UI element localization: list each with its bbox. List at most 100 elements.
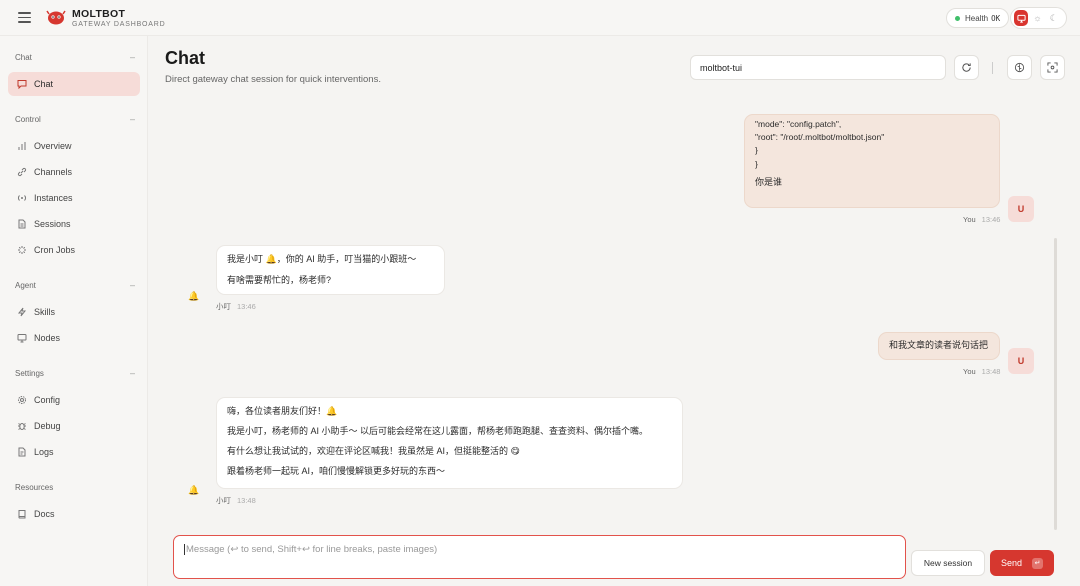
message-icon — [17, 79, 27, 89]
page-subtitle: Direct gateway chat session for quick in… — [165, 74, 381, 85]
text-caret — [184, 544, 185, 555]
health-value: OK — [991, 13, 1001, 23]
section-title-agent: Agent — [15, 281, 36, 290]
sidebar-item-label: Overview — [34, 141, 72, 151]
message-line: "root": "/root/.moltbot/moltbot.json" — [755, 132, 885, 143]
app-subtitle: GATEWAY DASHBOARD — [72, 21, 166, 28]
page-title: Chat — [165, 48, 205, 68]
new-session-button[interactable]: New session — [911, 550, 985, 576]
sidebar: Chat – Chat Control – Overview Channels … — [0, 36, 148, 586]
chat-thread[interactable]: "mode": "config.patch", "root": "/root/.… — [160, 92, 1060, 526]
bar-chart-icon — [17, 141, 27, 151]
loader-icon — [17, 245, 27, 255]
sidebar-item-label: Nodes — [34, 333, 61, 343]
sidebar-item-logs[interactable]: Logs — [8, 440, 140, 464]
health-badge: Health OK — [946, 8, 1010, 28]
message-line: 我是小叮，杨老师的 AI 小助手～ 以后可能会经常在这儿露面，帮杨老师跑跑腿、查… — [227, 425, 649, 436]
bell-icon: 🔔 — [188, 290, 200, 301]
sidebar-item-config[interactable]: Config — [8, 388, 140, 412]
message-meta: 小叮 13:46 — [216, 301, 256, 312]
section-title-resources: Resources — [15, 483, 54, 492]
sidebar-item-label: Config — [34, 395, 61, 405]
logs-icon — [17, 447, 27, 457]
user-avatar: U — [1008, 348, 1034, 374]
bell-icon: 🔔 — [188, 484, 200, 495]
user-message: "mode": "config.patch", "root": "/root/.… — [744, 114, 1000, 208]
health-label: Health — [965, 13, 989, 23]
timestamp: 13:48 — [237, 496, 256, 505]
focus-icon — [1047, 62, 1058, 73]
message-meta: You 13:46 — [963, 215, 1000, 224]
user-message: 和我文章的读者说句话把 — [878, 332, 1000, 360]
assistant-message: 嗨，各位读者朋友们好！🔔 我是小叮，杨老师的 AI 小助手～ 以后可能会经常在这… — [216, 397, 683, 489]
book-icon — [17, 509, 27, 519]
gear-icon — [17, 395, 27, 405]
section-title-settings: Settings — [15, 369, 44, 378]
message-text: 你是谁 — [755, 176, 783, 187]
sidebar-item-label: Logs — [34, 447, 54, 457]
message-placeholder: Message (↩ to send, Shift+↩ for line bre… — [186, 544, 438, 556]
sidebar-item-chat[interactable]: Chat — [8, 72, 140, 96]
enter-key-icon: ↵ — [1032, 557, 1044, 569]
refresh-button[interactable] — [954, 55, 979, 80]
session-select[interactable]: moltbot-tui — [690, 55, 946, 80]
monitor-icon — [17, 333, 27, 343]
brand: MOLTBOT GATEWAY DASHBOARD — [72, 8, 165, 28]
message-line: } — [755, 158, 758, 169]
message-input[interactable]: Message (↩ to send, Shift+↩ for line bre… — [173, 535, 906, 579]
collapse-icon[interactable]: – — [130, 52, 135, 62]
timestamp: 13:46 — [237, 302, 256, 311]
message-meta: You 13:48 — [963, 367, 1000, 376]
sidebar-item-label: Channels — [34, 167, 73, 177]
sidebar-item-label: Docs — [34, 509, 55, 519]
send-label: Send — [1000, 558, 1023, 568]
status-dot — [955, 15, 960, 21]
brain-icon — [1014, 62, 1025, 73]
sidebar-item-channels[interactable]: Channels — [8, 160, 140, 184]
message-line: } — [755, 145, 758, 156]
collapse-icon[interactable]: – — [130, 280, 135, 290]
assistant-message: 我是小叮 🔔，你的 AI 助手，叮当猫的小跟班～ 有啥需要帮忙的，杨老师? — [216, 245, 445, 295]
message-line: 有什么想让我试试的，欢迎在评论区喊我！我虽然是 AI，但挺能整活的 😋 — [227, 445, 520, 456]
sidebar-item-overview[interactable]: Overview — [8, 134, 140, 158]
bug-icon — [17, 421, 27, 431]
sidebar-item-label: Sessions — [34, 219, 71, 229]
scrollbar[interactable] — [1054, 238, 1057, 530]
message-line: 有啥需要帮忙的，杨老师? — [227, 274, 332, 285]
sidebar-item-debug[interactable]: Debug — [8, 414, 140, 438]
message-line: 嗨，各位读者朋友们好！🔔 — [227, 406, 338, 416]
sidebar-item-sessions[interactable]: Sessions — [8, 212, 140, 236]
timestamp: 13:46 — [981, 215, 1001, 224]
monitor-icon[interactable] — [1014, 10, 1029, 26]
sidebar-item-docs[interactable]: Docs — [8, 502, 140, 526]
message-line: 和我文章的读者说句话把 — [889, 340, 989, 350]
sidebar-item-label: Cron Jobs — [34, 245, 76, 255]
sender-name: You — [963, 367, 976, 376]
sidebar-item-nodes[interactable]: Nodes — [8, 326, 140, 350]
message-meta: 小叮 13:48 — [216, 495, 256, 506]
collapse-icon[interactable]: – — [130, 368, 135, 378]
top-bar: MOLTBOT GATEWAY DASHBOARD Health OK ☼ ☾ — [0, 0, 1080, 36]
message-line: 我是小叮 🔔，你的 AI 助手，叮当猫的小跟班～ — [227, 254, 417, 264]
app-name: MOLTBOT — [72, 8, 126, 20]
collapse-icon[interactable]: – — [130, 114, 135, 124]
section-title-control: Control — [15, 115, 41, 124]
sidebar-item-label: Instances — [34, 193, 73, 203]
sidebar-item-cron-jobs[interactable]: Cron Jobs — [8, 238, 140, 262]
sender-name: 小叮 — [216, 302, 231, 311]
sidebar-item-instances[interactable]: Instances — [8, 186, 140, 210]
sidebar-item-label: Skills — [34, 307, 56, 317]
sidebar-item-label: Debug — [34, 421, 61, 431]
sidebar-item-skills[interactable]: Skills — [8, 300, 140, 324]
user-avatar: U — [1008, 196, 1034, 222]
moon-icon[interactable]: ☾ — [1047, 10, 1061, 26]
menu-icon[interactable] — [18, 12, 31, 23]
file-icon — [17, 219, 27, 229]
focus-mode-button[interactable] — [1040, 55, 1065, 80]
divider — [992, 62, 993, 74]
timestamp: 13:48 — [981, 367, 1001, 376]
message-line: "mode": "config.patch", — [755, 119, 842, 129]
sun-icon[interactable]: ☼ — [1030, 10, 1044, 26]
thinking-toggle-button[interactable] — [1007, 55, 1032, 80]
send-button[interactable]: Send ↵ — [990, 550, 1054, 576]
